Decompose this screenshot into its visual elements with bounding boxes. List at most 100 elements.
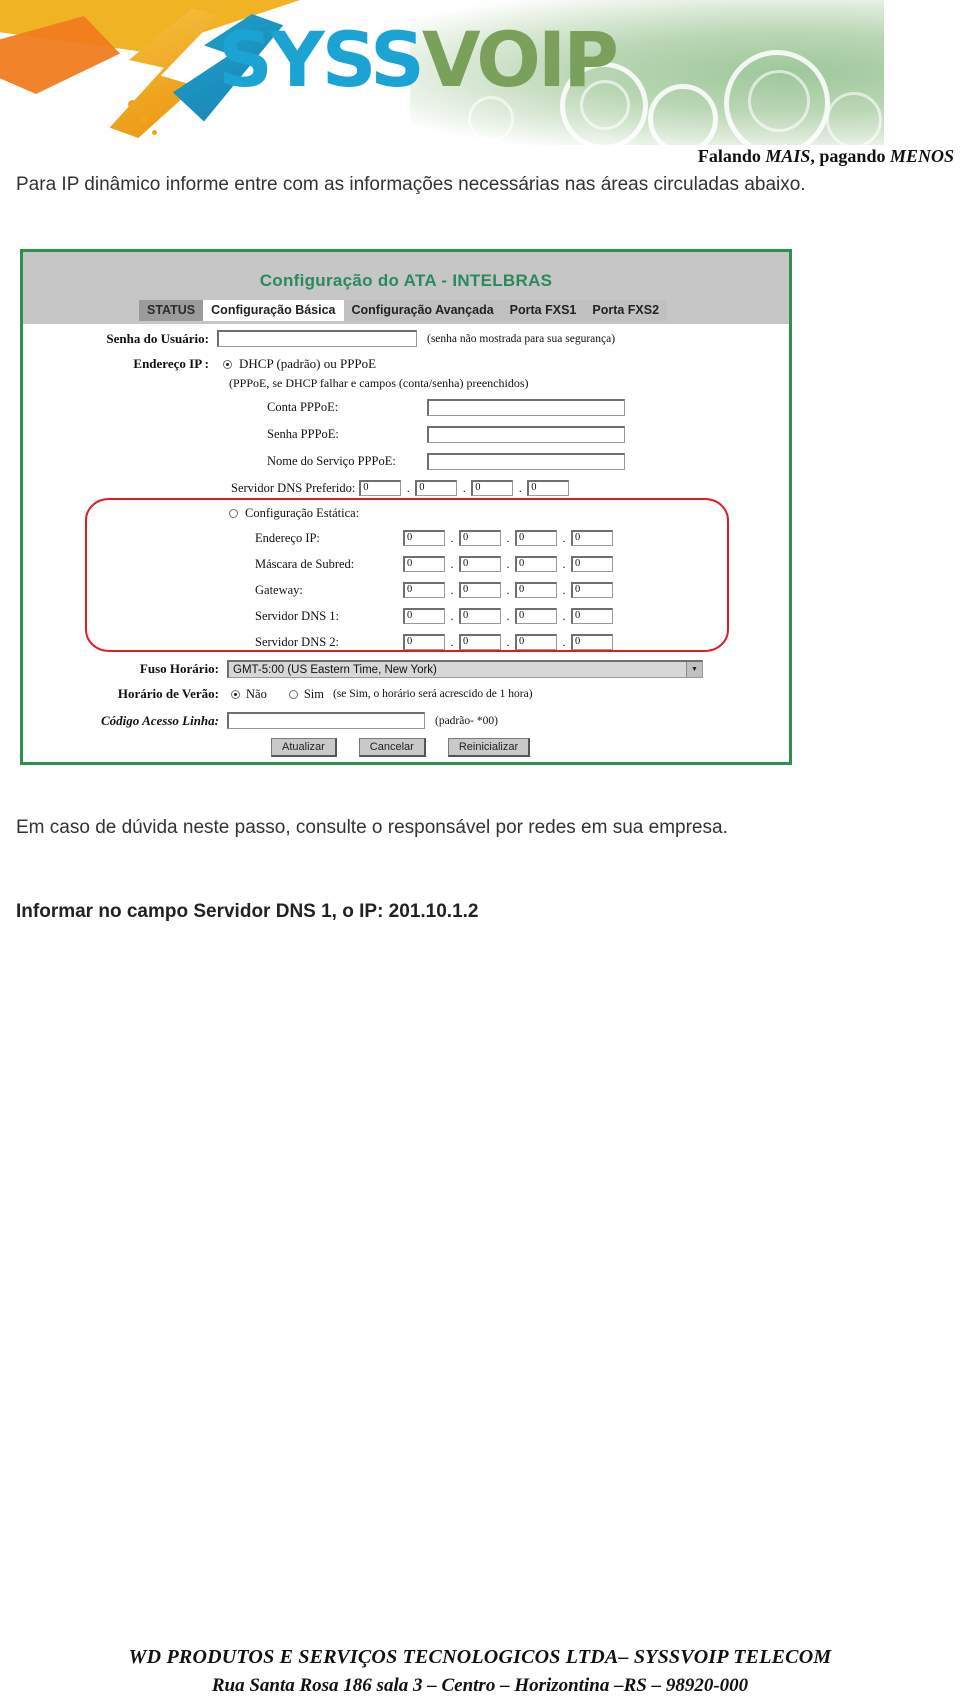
subnet-mask-octet-2[interactable]: 0: [459, 556, 501, 572]
radio-dst-nao[interactable]: [231, 689, 240, 699]
static-ip-sep-2: .: [506, 531, 510, 545]
radio-dst-sim[interactable]: [288, 689, 298, 699]
dns-2-sep-3: .: [562, 635, 566, 649]
tagline-emphasis-mais: MAIS: [765, 146, 811, 166]
gateway-octet-4[interactable]: 0: [571, 582, 613, 598]
row-static-ip: Endereço IP: 0 . 0 . 0 . 0: [255, 530, 613, 546]
line-access-code-label: Código Acesso Linha:: [101, 712, 219, 728]
line-access-code-hint: (padrão- *00): [435, 714, 498, 727]
dns-2-sep-2: .: [506, 635, 510, 649]
dns-2-octet-4[interactable]: 0: [571, 634, 613, 650]
dns-1-octet-4[interactable]: 0: [571, 608, 613, 624]
tagline: Falando MAIS, pagando MENOS: [698, 146, 954, 167]
line-access-code-input[interactable]: [227, 712, 425, 729]
dns-preferred-octet-2[interactable]: 0: [415, 480, 458, 496]
subnet-mask-label: Máscara de Subred:: [255, 556, 355, 571]
dns-2-octet-1[interactable]: 0: [403, 634, 445, 650]
row-pppoe-service-name: Nome do Serviço PPPoE:: [267, 453, 625, 470]
dns-1-octet-1[interactable]: 0: [403, 608, 445, 624]
chevron-down-icon[interactable]: ▼: [686, 662, 702, 677]
dns-preferred-octet-1[interactable]: 0: [359, 480, 402, 496]
daylight-saving-label: Horário de Verão:: [117, 686, 219, 701]
dns-preferred-sep-3: .: [518, 481, 522, 495]
tab-porta-fxs2[interactable]: Porta FXS2: [584, 300, 668, 321]
gateway-label: Gateway:: [255, 582, 303, 597]
tab-status[interactable]: STATUS: [139, 300, 204, 321]
dns-preferred-octet-4[interactable]: 0: [527, 480, 570, 496]
tab-configuracao-basica[interactable]: Configuração Básica: [203, 300, 344, 321]
static-ip-octet-3[interactable]: 0: [515, 530, 557, 546]
dns-2-octet-2[interactable]: 0: [459, 634, 501, 650]
row-dns-preferred: Servidor DNS Preferido: 0 . 0 . 0 . 0: [231, 480, 570, 496]
row-user-password: Senha do Usuário: (senha não mostrada pa…: [23, 330, 615, 347]
static-ip-octet-2[interactable]: 0: [459, 530, 501, 546]
row-gateway: Gateway: 0 . 0 . 0 . 0: [255, 582, 613, 598]
tab-porta-fxs1[interactable]: Porta FXS1: [501, 300, 585, 321]
atualizar-button[interactable]: Atualizar: [271, 738, 337, 757]
dst-option-sim-label: Sim: [303, 686, 324, 701]
dns-1-sep-3: .: [562, 609, 566, 623]
dns-2-sep-1: .: [450, 635, 454, 649]
logo-text-syss: SYSS: [218, 15, 425, 104]
gateway-sep-2: .: [506, 583, 510, 597]
radio-static-config[interactable]: [229, 509, 238, 518]
dns-1-octet-2[interactable]: 0: [459, 608, 501, 624]
user-password-input[interactable]: [217, 330, 417, 347]
banner-dot-3: [152, 130, 157, 135]
reinicializar-button[interactable]: Reinicializar: [447, 738, 531, 757]
timezone-selected-value: GMT-5:00 (US Eastern Time, New York): [233, 663, 437, 676]
gateway-octet-2[interactable]: 0: [459, 582, 501, 598]
pppoe-password-input[interactable]: [427, 426, 625, 443]
dhcp-note: (PPPoE, se DHCP falhar e campos (conta/s…: [229, 376, 529, 390]
subnet-mask-octet-3[interactable]: 0: [515, 556, 557, 572]
row-timezone: Fuso Horário: GMT-5:00 (US Eastern Time,…: [23, 660, 703, 678]
row-dns-1: Servidor DNS 1: 0 . 0 . 0 . 0: [255, 608, 613, 624]
subnet-mask-octet-4[interactable]: 0: [571, 556, 613, 572]
footer-company-name: WD PRODUTOS E SERVIÇOS TECNOLOGICOS LTDA…: [128, 1646, 832, 1668]
static-config-label: Configuração Estática:: [245, 506, 360, 520]
user-password-hint: (senha não mostrada para sua segurança): [427, 332, 616, 345]
banner-ring-2: [648, 84, 718, 145]
gateway-octet-1[interactable]: 0: [403, 582, 445, 598]
row-pppoe-account: Conta PPPoE:: [267, 399, 625, 416]
dns-preferred-sep-2: .: [462, 481, 466, 495]
ata-page-body: Configuração do ATA - INTELBRAS STATUS C…: [23, 252, 789, 762]
ata-button-row: Atualizar Cancelar Reinicializar: [271, 738, 531, 757]
static-ip-octet-4[interactable]: 0: [571, 530, 613, 546]
timezone-label: Fuso Horário:: [139, 661, 219, 676]
static-ip-label: Endereço IP:: [255, 530, 320, 545]
row-pppoe-password: Senha PPPoE:: [267, 426, 625, 443]
radio-dhcp[interactable]: [223, 359, 232, 369]
tab-configuracao-avancada[interactable]: Configuração Avançada: [343, 300, 502, 321]
dns-2-octet-3[interactable]: 0: [515, 634, 557, 650]
pppoe-account-label: Conta PPPoE:: [267, 400, 339, 414]
dns-2-label: Servidor DNS 2:: [255, 634, 340, 649]
ata-page-title: Configuração do ATA - INTELBRAS: [259, 271, 553, 290]
banner-ring-5: [748, 70, 810, 132]
row-daylight-saving: Horário de Verão: Não Sim (se Sim, o hor…: [23, 686, 533, 702]
pppoe-account-input[interactable]: [427, 399, 625, 416]
gateway-octet-3[interactable]: 0: [515, 582, 557, 598]
tagline-emphasis-menos: MENOS: [889, 146, 954, 166]
static-ip-sep-3: .: [562, 531, 566, 545]
timezone-select[interactable]: GMT-5:00 (US Eastern Time, New York) ▼: [227, 660, 703, 678]
dns-1-octet-3[interactable]: 0: [515, 608, 557, 624]
cancelar-button[interactable]: Cancelar: [358, 738, 426, 757]
subnet-mask-sep-1: .: [450, 557, 454, 571]
page-footer: WD PRODUTOS E SERVIÇOS TECNOLOGICOS LTDA…: [0, 1642, 960, 1700]
subnet-mask-octet-1[interactable]: 0: [403, 556, 445, 572]
dns-preferred-sep-1: .: [406, 481, 410, 495]
static-ip-octet-1[interactable]: 0: [403, 530, 445, 546]
site-banner: SYSSVOIP: [0, 0, 884, 145]
logo-text-voip: VOIP: [421, 15, 619, 104]
banner-ring-6: [826, 92, 882, 145]
pppoe-service-input[interactable]: [427, 453, 625, 470]
dns-1-sep-2: .: [506, 609, 510, 623]
banner-dot-2: [140, 116, 147, 123]
ata-form: Senha do Usuário: (senha não mostrada pa…: [23, 324, 789, 768]
row-dns-2: Servidor DNS 2: 0 . 0 . 0 . 0: [255, 634, 613, 650]
pppoe-service-label: Nome do Serviço PPPoE:: [267, 454, 396, 468]
dns-preferred-octet-3[interactable]: 0: [471, 480, 514, 496]
footer-address: Rua Santa Rosa 186 sala 3 – Centro – Hor…: [211, 1675, 749, 1696]
user-password-label: Senha do Usuário:: [106, 330, 209, 346]
